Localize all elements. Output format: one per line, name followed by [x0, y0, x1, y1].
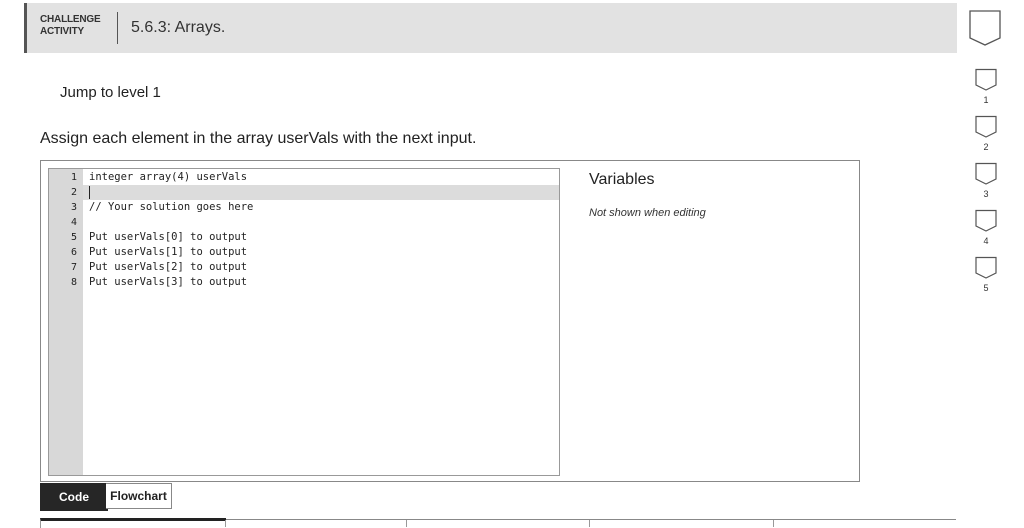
code-line[interactable]: integer array(4) userVals [89, 170, 247, 185]
tab-flowchart[interactable]: Flowchart [106, 483, 172, 509]
challenge-label-line1: CHALLENGE [40, 14, 101, 25]
code-line[interactable]: // Your solution goes here [89, 200, 253, 215]
level-number: 3 [983, 189, 989, 199]
level-number: 4 [983, 236, 989, 246]
code-line[interactable]: Put userVals[2] to output [89, 260, 247, 275]
variables-heading: Variables [589, 171, 655, 188]
header-divider [117, 12, 118, 44]
text-cursor [89, 186, 90, 199]
level-4-button[interactable]: 4 [974, 209, 998, 253]
line-number: 3 [70, 202, 77, 213]
level-5-button[interactable]: 5 [974, 256, 998, 300]
active-line-highlight [83, 185, 559, 200]
code-editor-panel: 1 2 3 4 5 6 7 8 integer array(4) userVal… [40, 160, 860, 482]
tab-code[interactable]: Code [40, 483, 108, 511]
code-line[interactable]: Put userVals[0] to output [89, 230, 247, 245]
challenge-label-line2: ACTIVITY [40, 26, 84, 37]
line-number: 6 [70, 247, 77, 258]
level-shield-icon [975, 256, 997, 279]
level-number: 1 [983, 95, 989, 105]
line-number: 5 [70, 232, 77, 243]
line-number: 4 [70, 217, 77, 228]
level-number: 5 [983, 283, 989, 293]
variables-note: Not shown when editing [589, 207, 706, 219]
activity-title: 5.6.3: Arrays. [131, 19, 226, 36]
level-3-button[interactable]: 3 [974, 162, 998, 206]
line-number: 1 [70, 172, 77, 183]
challenge-activity-label: CHALLENGE ACTIVITY [40, 14, 101, 38]
code-editor[interactable]: 1 2 3 4 5 6 7 8 integer array(4) userVal… [48, 168, 560, 476]
level-shield-icon [975, 68, 997, 91]
level-shield-icon [975, 162, 997, 185]
level-2-button[interactable]: 2 [974, 115, 998, 159]
line-number-gutter: 1 2 3 4 5 6 7 8 [49, 169, 83, 475]
line-number: 2 [70, 187, 77, 198]
instructions-text: Assign each element in the array userVal… [40, 130, 477, 147]
line-number: 8 [70, 277, 77, 288]
code-line[interactable]: Put userVals[1] to output [89, 245, 247, 260]
progress-segment-active [40, 518, 226, 528]
level-1-button[interactable]: 1 [974, 68, 998, 112]
line-number: 7 [70, 262, 77, 273]
completion-shield-icon [968, 9, 1002, 52]
jump-to-level-link[interactable]: Jump to level 1 [60, 84, 161, 101]
code-line[interactable]: Put userVals[3] to output [89, 275, 247, 290]
level-number: 2 [983, 142, 989, 152]
level-shield-icon [975, 115, 997, 138]
level-shield-icon [975, 209, 997, 232]
challenge-header: CHALLENGE ACTIVITY 5.6.3: Arrays. [24, 3, 957, 53]
